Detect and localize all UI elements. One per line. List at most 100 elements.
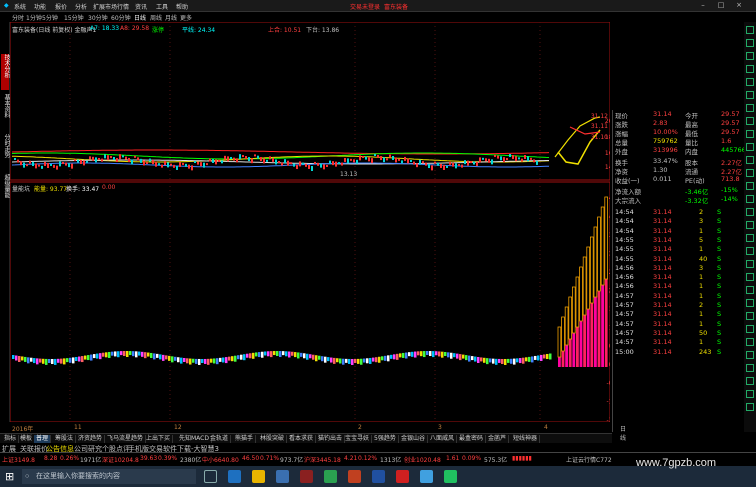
period-30min[interactable]: 30分钟 [88,13,108,22]
indicator-tab[interactable]: 看本求获 [287,435,317,443]
taskbar-search-input[interactable]: ○ 在这里输入你要搜索的内容 [22,469,196,484]
toolbar-tool-icon[interactable] [746,312,754,320]
toolbar-tool-icon[interactable] [746,377,754,385]
toolbar-tool-icon[interactable] [746,234,754,242]
indicator-tab[interactable]: 林股突破 [258,435,288,443]
toolbar-tool-icon[interactable] [746,91,754,99]
indicator-tab[interactable]: 最盒密码 [457,435,487,443]
period-1min[interactable]: 1分钟 [26,13,42,22]
period-month[interactable]: 月线 [165,13,177,22]
toolbar-tool-icon[interactable] [746,143,754,151]
menu-system[interactable]: 系统 [14,2,26,11]
toolbar-tool-icon[interactable] [746,130,754,138]
indicator-tab[interactable]: 济资趋势 [76,435,106,443]
indicator-tab[interactable]: 5强趋势 [372,435,399,443]
toolbar-tool-icon[interactable] [746,39,754,47]
menu-help[interactable]: 帮助 [176,2,188,11]
period-15min[interactable]: 15分钟 [64,13,84,22]
app-icon-3[interactable] [348,470,361,483]
side-tab-timeshare[interactable]: 分时走势 [1,134,10,170]
x-tick-3: 3 [438,424,442,431]
toolbar-tool-icon[interactable] [746,286,754,294]
trade-login-status[interactable]: 交易未登录 [350,2,380,11]
close-icon[interactable]: × [732,1,746,11]
toolbar-tool-icon[interactable] [746,182,754,190]
sh-index[interactable]: 上证3149.8 [2,455,35,464]
chart-area[interactable]: 20.0018.0016.0014.0013.1331.1231.1131.10… [9,21,622,424]
toolbar-tool-icon[interactable] [746,247,754,255]
indicator-tab[interactable]: 金轨道 [208,435,232,443]
toolbar-tool-icon[interactable] [746,169,754,177]
menu-function[interactable]: 功能 [34,2,46,11]
menu-extended-market[interactable]: 扩展市场行情 [93,2,129,11]
app-icon-2[interactable] [324,470,337,483]
period-timeshare[interactable]: 分时 [12,13,24,22]
indicator-tab[interactable]: 模板 [18,435,36,443]
zx-index[interactable]: 中小6640.80 [202,455,239,464]
indicator-tab[interactable]: 金银山谷 [399,435,429,443]
toolbar-tool-icon[interactable] [746,65,754,73]
toolbar-tool-icon[interactable] [746,364,754,372]
toolbar-tool-icon[interactable] [746,117,754,125]
toolbar-tool-icon[interactable] [746,325,754,333]
indicator-tab[interactable]: 短线神器 [511,435,541,443]
toolbar-tool-icon[interactable] [746,338,754,346]
app-icon-5[interactable] [396,470,409,483]
app-icon-6[interactable] [420,470,433,483]
windows-start-icon[interactable]: ⊞ [5,470,14,483]
app-icon-4[interactable] [372,470,385,483]
toolbar-tool-icon[interactable] [746,78,754,86]
period-day[interactable]: 日线 [134,13,146,22]
menu-quote[interactable]: 报价 [55,2,67,11]
toolbar-tool-icon[interactable] [746,208,754,216]
hs-index[interactable]: 沪深3445.18 [304,455,341,464]
indicator-tab[interactable]: 金菡芦 [486,435,510,443]
side-tab-volume[interactable]: 超级量能 [1,174,10,210]
indicator-bar [279,351,282,358]
indicator-tab[interactable]: 猫钓出击 [316,435,346,443]
toolbar-tool-icon[interactable] [746,299,754,307]
app-icon-1[interactable] [300,470,313,483]
period-more[interactable]: 更多 [180,13,192,22]
app-icon-7[interactable] [444,470,457,483]
toolbar-tool-icon[interactable] [746,104,754,112]
toolbar-tool-icon[interactable] [746,26,754,34]
cloud-status[interactable]: 上证云行情C772 [566,455,612,464]
store-icon[interactable] [276,470,289,483]
indicator-tab[interactable]: 指标 [2,435,20,443]
menu-tools[interactable]: 工具 [156,2,168,11]
indicator-tab[interactable]: 飞马流星趋势 [105,435,147,443]
toolbar-tool-icon[interactable] [746,403,754,411]
toolbar-tool-icon[interactable] [746,156,754,164]
period-week[interactable]: 周线 [150,13,162,22]
toolbar-tool-icon[interactable] [746,273,754,281]
side-tab-fundamental[interactable]: 基本资料 [1,94,10,130]
menu-analysis[interactable]: 分析 [75,2,87,11]
toolbar-tool-icon[interactable] [746,195,754,203]
date-tab[interactable]: 日线 [620,424,626,442]
indicator-tab[interactable]: 熊猫手 [233,435,257,443]
indicator-tab[interactable]: 先知MACD [177,435,212,443]
menu-news[interactable]: 资讯 [135,2,147,11]
period-60min[interactable]: 60分钟 [111,13,131,22]
toolbar-tool-icon[interactable] [746,390,754,398]
folder-icon[interactable] [252,470,265,483]
toolbar-tool-icon[interactable] [746,351,754,359]
edge-icon[interactable] [228,470,241,483]
indicator-tab[interactable]: 普理 [34,435,52,443]
side-tab-tech[interactable]: 技术分析 [1,54,10,90]
maximize-icon[interactable]: □ [714,1,728,11]
cy-index[interactable]: 创业1020.48 [404,455,441,464]
sz-index[interactable]: 深证10204.8 [102,455,139,464]
minimize-icon[interactable]: – [696,1,710,11]
toolbar-tool-icon[interactable] [746,52,754,60]
task-view-icon[interactable] [204,470,217,483]
period-5min[interactable]: 5分钟 [42,13,58,22]
kline-chart[interactable]: 20.0018.0016.0014.0013.1331.1231.1131.10… [9,21,622,424]
toolbar-tool-icon[interactable] [746,221,754,229]
indicator-tab[interactable]: 八面威风 [428,435,458,443]
indicator-tab[interactable]: 宝宝寻妖 [343,435,373,443]
indicator-tab[interactable]: 筹股法 [53,435,77,443]
toolbar-tool-icon[interactable] [746,260,754,268]
indicator-tab[interactable]: 上出下买 [144,435,174,443]
